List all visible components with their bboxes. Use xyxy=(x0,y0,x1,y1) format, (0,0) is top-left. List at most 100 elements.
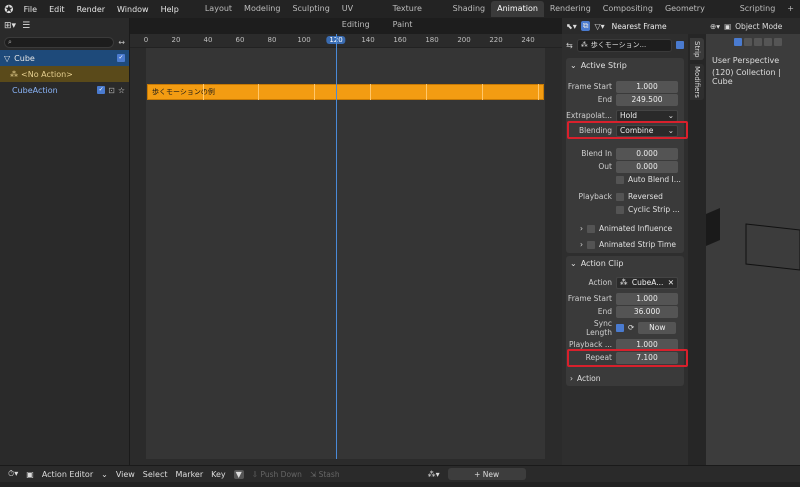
editor-type-icon[interactable]: ⊞▾ xyxy=(4,21,16,31)
menu-window[interactable]: Window xyxy=(111,5,155,14)
channel-no-action[interactable]: ⁂ <No Action> xyxy=(0,66,129,82)
search-input[interactable]: ⌕ xyxy=(4,36,115,48)
viewport-perspective-label: User Perspective xyxy=(712,56,780,65)
action-row: Action ⁂ CubeA... ✕ xyxy=(566,276,684,289)
object-mode-icon: ▣ xyxy=(724,21,732,31)
strip-mute-checkbox[interactable] xyxy=(676,41,684,49)
key-filter-icon[interactable]: ▼ xyxy=(233,469,244,479)
sync-length-label: Sync Length xyxy=(586,318,612,337)
new-action-button[interactable]: + New xyxy=(447,468,526,480)
hamburger-menu-icon[interactable]: ☰ xyxy=(22,21,30,31)
action-subsection-label: Action xyxy=(577,374,601,383)
menu-key[interactable]: Key xyxy=(211,470,226,479)
add-workspace-button[interactable]: + xyxy=(781,1,800,17)
frame-ruler[interactable]: 0 20 40 60 80 100 120 140 160 180 200 22… xyxy=(130,34,562,48)
ruler-tick: 100 xyxy=(297,36,311,44)
snap-mode-dropdown[interactable]: Nearest Frame xyxy=(608,20,675,32)
visibility-checkbox[interactable]: ✓ xyxy=(117,54,125,62)
editor-mode-dropdown[interactable]: Action Editor xyxy=(42,470,93,479)
sync-length-checkbox[interactable] xyxy=(616,323,624,332)
ruler-tick: 60 xyxy=(235,36,245,44)
tab-shading[interactable]: Shading xyxy=(447,1,492,17)
snap-mode-label: Nearest Frame xyxy=(611,21,667,31)
editor-type-icon[interactable]: ⏱▾ xyxy=(8,469,18,479)
tab-uv-editing[interactable]: UV Editing xyxy=(336,1,387,29)
solo-checkbox[interactable]: ✓ xyxy=(97,86,106,94)
menu-marker[interactable]: Marker xyxy=(175,470,203,479)
channel-label: <No Action> xyxy=(21,69,73,79)
menu-help[interactable]: Help xyxy=(155,5,185,14)
tab-modeling[interactable]: Modeling xyxy=(238,1,286,17)
tab-modifiers[interactable]: Modifiers xyxy=(690,64,704,100)
animated-influence-row[interactable]: › Animated Influence xyxy=(566,222,684,235)
frame-start-field[interactable]: 1.000 xyxy=(616,80,678,93)
lock-icon[interactable]: ⊡ xyxy=(108,86,115,95)
animated-influence-checkbox[interactable] xyxy=(587,224,595,233)
menu-render[interactable]: Render xyxy=(71,5,111,14)
reversed-checkbox[interactable] xyxy=(616,192,624,201)
tab-rendering[interactable]: Rendering xyxy=(544,1,597,17)
cyclic-checkbox[interactable] xyxy=(616,205,624,214)
refresh-icon[interactable]: ⟳ xyxy=(628,323,634,332)
channel-action-track[interactable]: CubeAction ✓ ⊡ ☆ xyxy=(0,82,129,98)
star-icon[interactable]: ☆ xyxy=(118,86,125,95)
strip-label: 歩くモーションの例 xyxy=(152,88,215,96)
blend-out-row: Out 0.000 xyxy=(566,160,684,173)
tab-texture-paint[interactable]: Texture Paint xyxy=(387,1,447,29)
tab-sculpting[interactable]: Sculpting xyxy=(286,1,335,17)
action-icon: ⁂ xyxy=(580,41,588,49)
active-strip-header[interactable]: ⌄ Active Strip xyxy=(566,58,684,72)
action-subsection-row[interactable]: › Action xyxy=(566,372,684,385)
blend-out-field[interactable]: 0.000 xyxy=(616,160,678,173)
auto-blend-checkbox[interactable] xyxy=(616,175,624,184)
menu-edit[interactable]: Edit xyxy=(43,5,71,14)
tab-animation[interactable]: Animation xyxy=(491,1,544,17)
menu-select[interactable]: Select xyxy=(143,470,168,479)
snap-icon[interactable]: ⧉ xyxy=(580,21,591,31)
tab-layout[interactable]: Layout xyxy=(199,1,238,17)
select-intersect-icon[interactable] xyxy=(774,38,782,46)
ruler-tick: 40 xyxy=(203,36,213,44)
action-clip-header[interactable]: ⌄ Action Clip xyxy=(566,256,684,270)
reversed-row: Playback Reversed xyxy=(566,190,684,203)
tab-geometry-nodes[interactable]: Geometry Nodes xyxy=(659,1,734,29)
tab-scripting[interactable]: Scripting xyxy=(734,1,782,17)
select-subtract-icon[interactable] xyxy=(754,38,762,46)
tab-compositing[interactable]: Compositing xyxy=(597,1,659,17)
action-datablock-field[interactable]: ⁂ CubeA... ✕ xyxy=(616,276,678,289)
tab-strip[interactable]: Strip xyxy=(690,38,704,60)
nla-strip[interactable]: 歩くモーションの例 xyxy=(147,84,544,100)
select-extend-icon[interactable] xyxy=(744,38,752,46)
animated-strip-time-checkbox[interactable] xyxy=(587,240,595,249)
stash-button[interactable]: ⇲ Stash xyxy=(310,470,340,479)
playhead-line[interactable] xyxy=(336,34,337,459)
blender-logo-icon[interactable]: ✪ xyxy=(0,0,18,18)
clip-end-field[interactable]: 36.000 xyxy=(616,305,678,318)
animated-strip-time-label: Animated Strip Time xyxy=(599,240,676,249)
push-down-button[interactable]: ⇩ Push Down xyxy=(252,470,302,479)
filter-icon[interactable]: ▽▾ xyxy=(594,22,604,31)
channel-label: Cube xyxy=(14,53,35,63)
datablock-row: ⇆ ⁂ 歩くモーション... xyxy=(562,34,688,56)
nla-track-icon: ⇆ xyxy=(566,40,573,50)
swap-icon[interactable]: ↔ xyxy=(118,38,125,47)
active-datablock-field[interactable]: ⁂ 歩くモーション... xyxy=(576,38,672,52)
channel-object-cube[interactable]: ▽ Cube ✓ xyxy=(0,50,129,66)
sync-now-button[interactable]: Now xyxy=(638,321,677,334)
stash-label: Stash xyxy=(318,469,340,479)
end-field[interactable]: 249.500 xyxy=(616,93,678,106)
animated-strip-time-row[interactable]: › Animated Strip Time xyxy=(566,238,684,251)
ruler-tick: 200 xyxy=(457,36,471,44)
select-tool-icon[interactable]: ⬉▾ xyxy=(566,22,577,31)
close-icon[interactable]: ✕ xyxy=(668,278,674,287)
clip-frame-start-field[interactable]: 1.000 xyxy=(616,292,678,305)
menu-file[interactable]: File xyxy=(18,5,43,14)
select-invert-icon[interactable] xyxy=(764,38,772,46)
select-box-icon[interactable] xyxy=(734,38,742,46)
blend-in-field[interactable]: 0.000 xyxy=(616,147,678,160)
editor-type-icon[interactable]: ⊕▾ xyxy=(710,22,720,31)
object-mode-label[interactable]: Object Mode xyxy=(735,22,782,31)
strip-area[interactable] xyxy=(146,48,545,459)
menu-view[interactable]: View xyxy=(116,470,135,479)
extrapolation-dropdown[interactable]: Hold ⌄ xyxy=(616,109,678,122)
